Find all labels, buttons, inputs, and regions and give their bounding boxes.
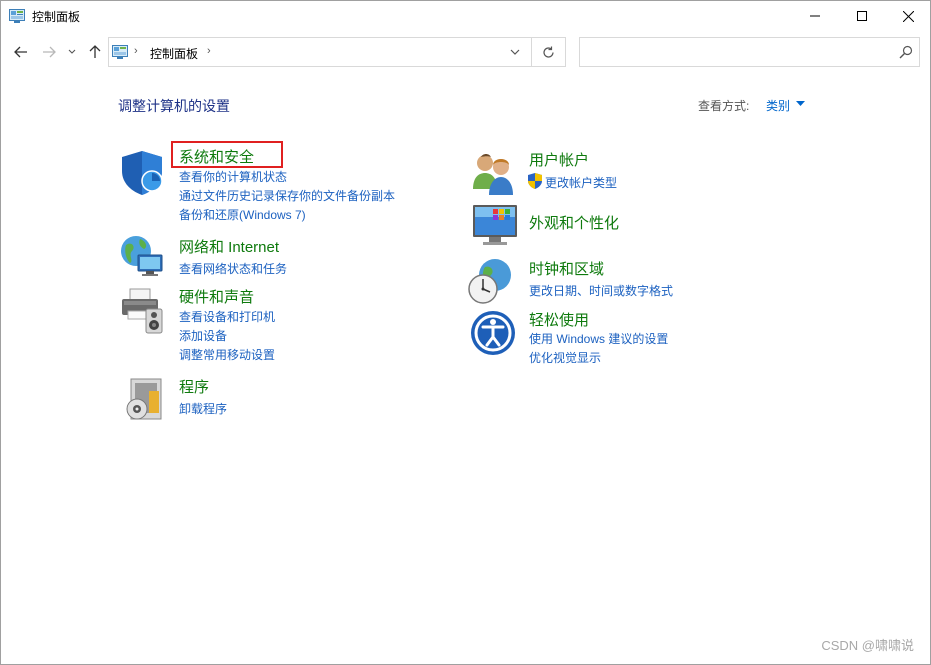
address-dropdown-button[interactable] <box>507 44 523 60</box>
link-file-history[interactable]: 通过文件历史记录保存你的文件备份副本 <box>179 187 395 204</box>
arrow-up-icon <box>89 45 101 58</box>
search-input[interactable] <box>579 37 920 67</box>
link-view-computer-status[interactable]: 查看你的计算机状态 <box>179 168 287 185</box>
monitor-palette-icon[interactable] <box>471 201 519 249</box>
category-title-programs[interactable]: 程序 <box>179 376 209 397</box>
category-title-clock-region[interactable]: 时钟和区域 <box>529 258 604 279</box>
link-uninstall-program[interactable]: 卸载程序 <box>179 400 227 417</box>
uac-shield-icon <box>528 173 542 189</box>
link-devices-printers[interactable]: 查看设备和打印机 <box>179 308 275 325</box>
search-icon[interactable] <box>899 45 913 59</box>
arrow-right-icon <box>43 46 56 58</box>
programs-icon[interactable] <box>121 377 169 425</box>
navigation-bar: › 控制面板 › <box>1 31 930 75</box>
back-button[interactable] <box>11 41 31 63</box>
control-panel-icon <box>112 45 128 59</box>
maximize-button[interactable] <box>839 1 885 31</box>
highlight-annotation <box>171 141 283 168</box>
link-change-account-type[interactable]: 更改帐户类型 <box>545 174 617 191</box>
minimize-icon <box>810 15 820 17</box>
breadcrumb-separator[interactable]: › <box>134 45 138 57</box>
chevron-down-icon <box>68 49 76 54</box>
category-title-hardware-sound[interactable]: 硬件和声音 <box>179 286 254 307</box>
chevron-down-icon <box>510 49 520 55</box>
close-button[interactable] <box>885 1 931 31</box>
refresh-button[interactable] <box>532 37 566 67</box>
globe-network-icon[interactable] <box>118 233 166 281</box>
maximize-icon <box>857 11 867 21</box>
clock-globe-icon[interactable] <box>467 257 515 305</box>
link-optimize-visual-display[interactable]: 优化视觉显示 <box>529 349 601 366</box>
category-title-ease-of-access[interactable]: 轻松使用 <box>529 309 589 330</box>
ease-of-access-icon[interactable] <box>469 309 517 357</box>
close-icon <box>902 10 914 22</box>
breadcrumb-control-panel[interactable]: 控制面板 <box>150 45 198 62</box>
control-panel-window: 控制面板 › 控制面板 › 调整计算机的设置 查看方式: 类别 系统和安全 查看… <box>0 0 931 665</box>
watermark: CSDN @啸啸说 <box>821 638 914 653</box>
view-by-label: 查看方式: <box>698 99 750 113</box>
minimize-button[interactable] <box>792 1 838 31</box>
link-change-date-time-format[interactable]: 更改日期、时间或数字格式 <box>529 282 673 299</box>
category-title-network-internet[interactable]: 网络和 Internet <box>179 236 279 257</box>
view-by-dropdown[interactable]: 类别 <box>766 97 790 114</box>
title-bar: 控制面板 <box>1 1 930 31</box>
refresh-icon <box>543 46 554 58</box>
link-add-device[interactable]: 添加设备 <box>179 327 227 344</box>
address-bar[interactable]: › 控制面板 › <box>108 37 532 67</box>
users-icon[interactable] <box>469 149 517 197</box>
page-title: 调整计算机的设置 <box>118 98 230 114</box>
forward-button[interactable] <box>39 41 59 63</box>
breadcrumb-separator[interactable]: › <box>207 45 211 57</box>
printer-speaker-icon[interactable] <box>118 287 166 335</box>
link-mobility-settings[interactable]: 调整常用移动设置 <box>179 346 275 363</box>
control-panel-icon <box>9 9 25 23</box>
arrow-left-icon <box>14 46 27 58</box>
shield-icon[interactable] <box>118 149 166 197</box>
recent-locations-button[interactable] <box>65 41 79 63</box>
link-recommended-settings[interactable]: 使用 Windows 建议的设置 <box>529 330 668 347</box>
category-title-appearance[interactable]: 外观和个性化 <box>529 212 619 233</box>
window-title: 控制面板 <box>32 10 81 24</box>
link-backup-restore[interactable]: 备份和还原(Windows 7) <box>179 206 306 223</box>
category-title-user-accounts[interactable]: 用户帐户 <box>529 149 589 170</box>
up-button[interactable] <box>85 41 105 63</box>
caret-down-icon[interactable] <box>796 101 805 107</box>
link-network-status[interactable]: 查看网络状态和任务 <box>179 260 287 277</box>
